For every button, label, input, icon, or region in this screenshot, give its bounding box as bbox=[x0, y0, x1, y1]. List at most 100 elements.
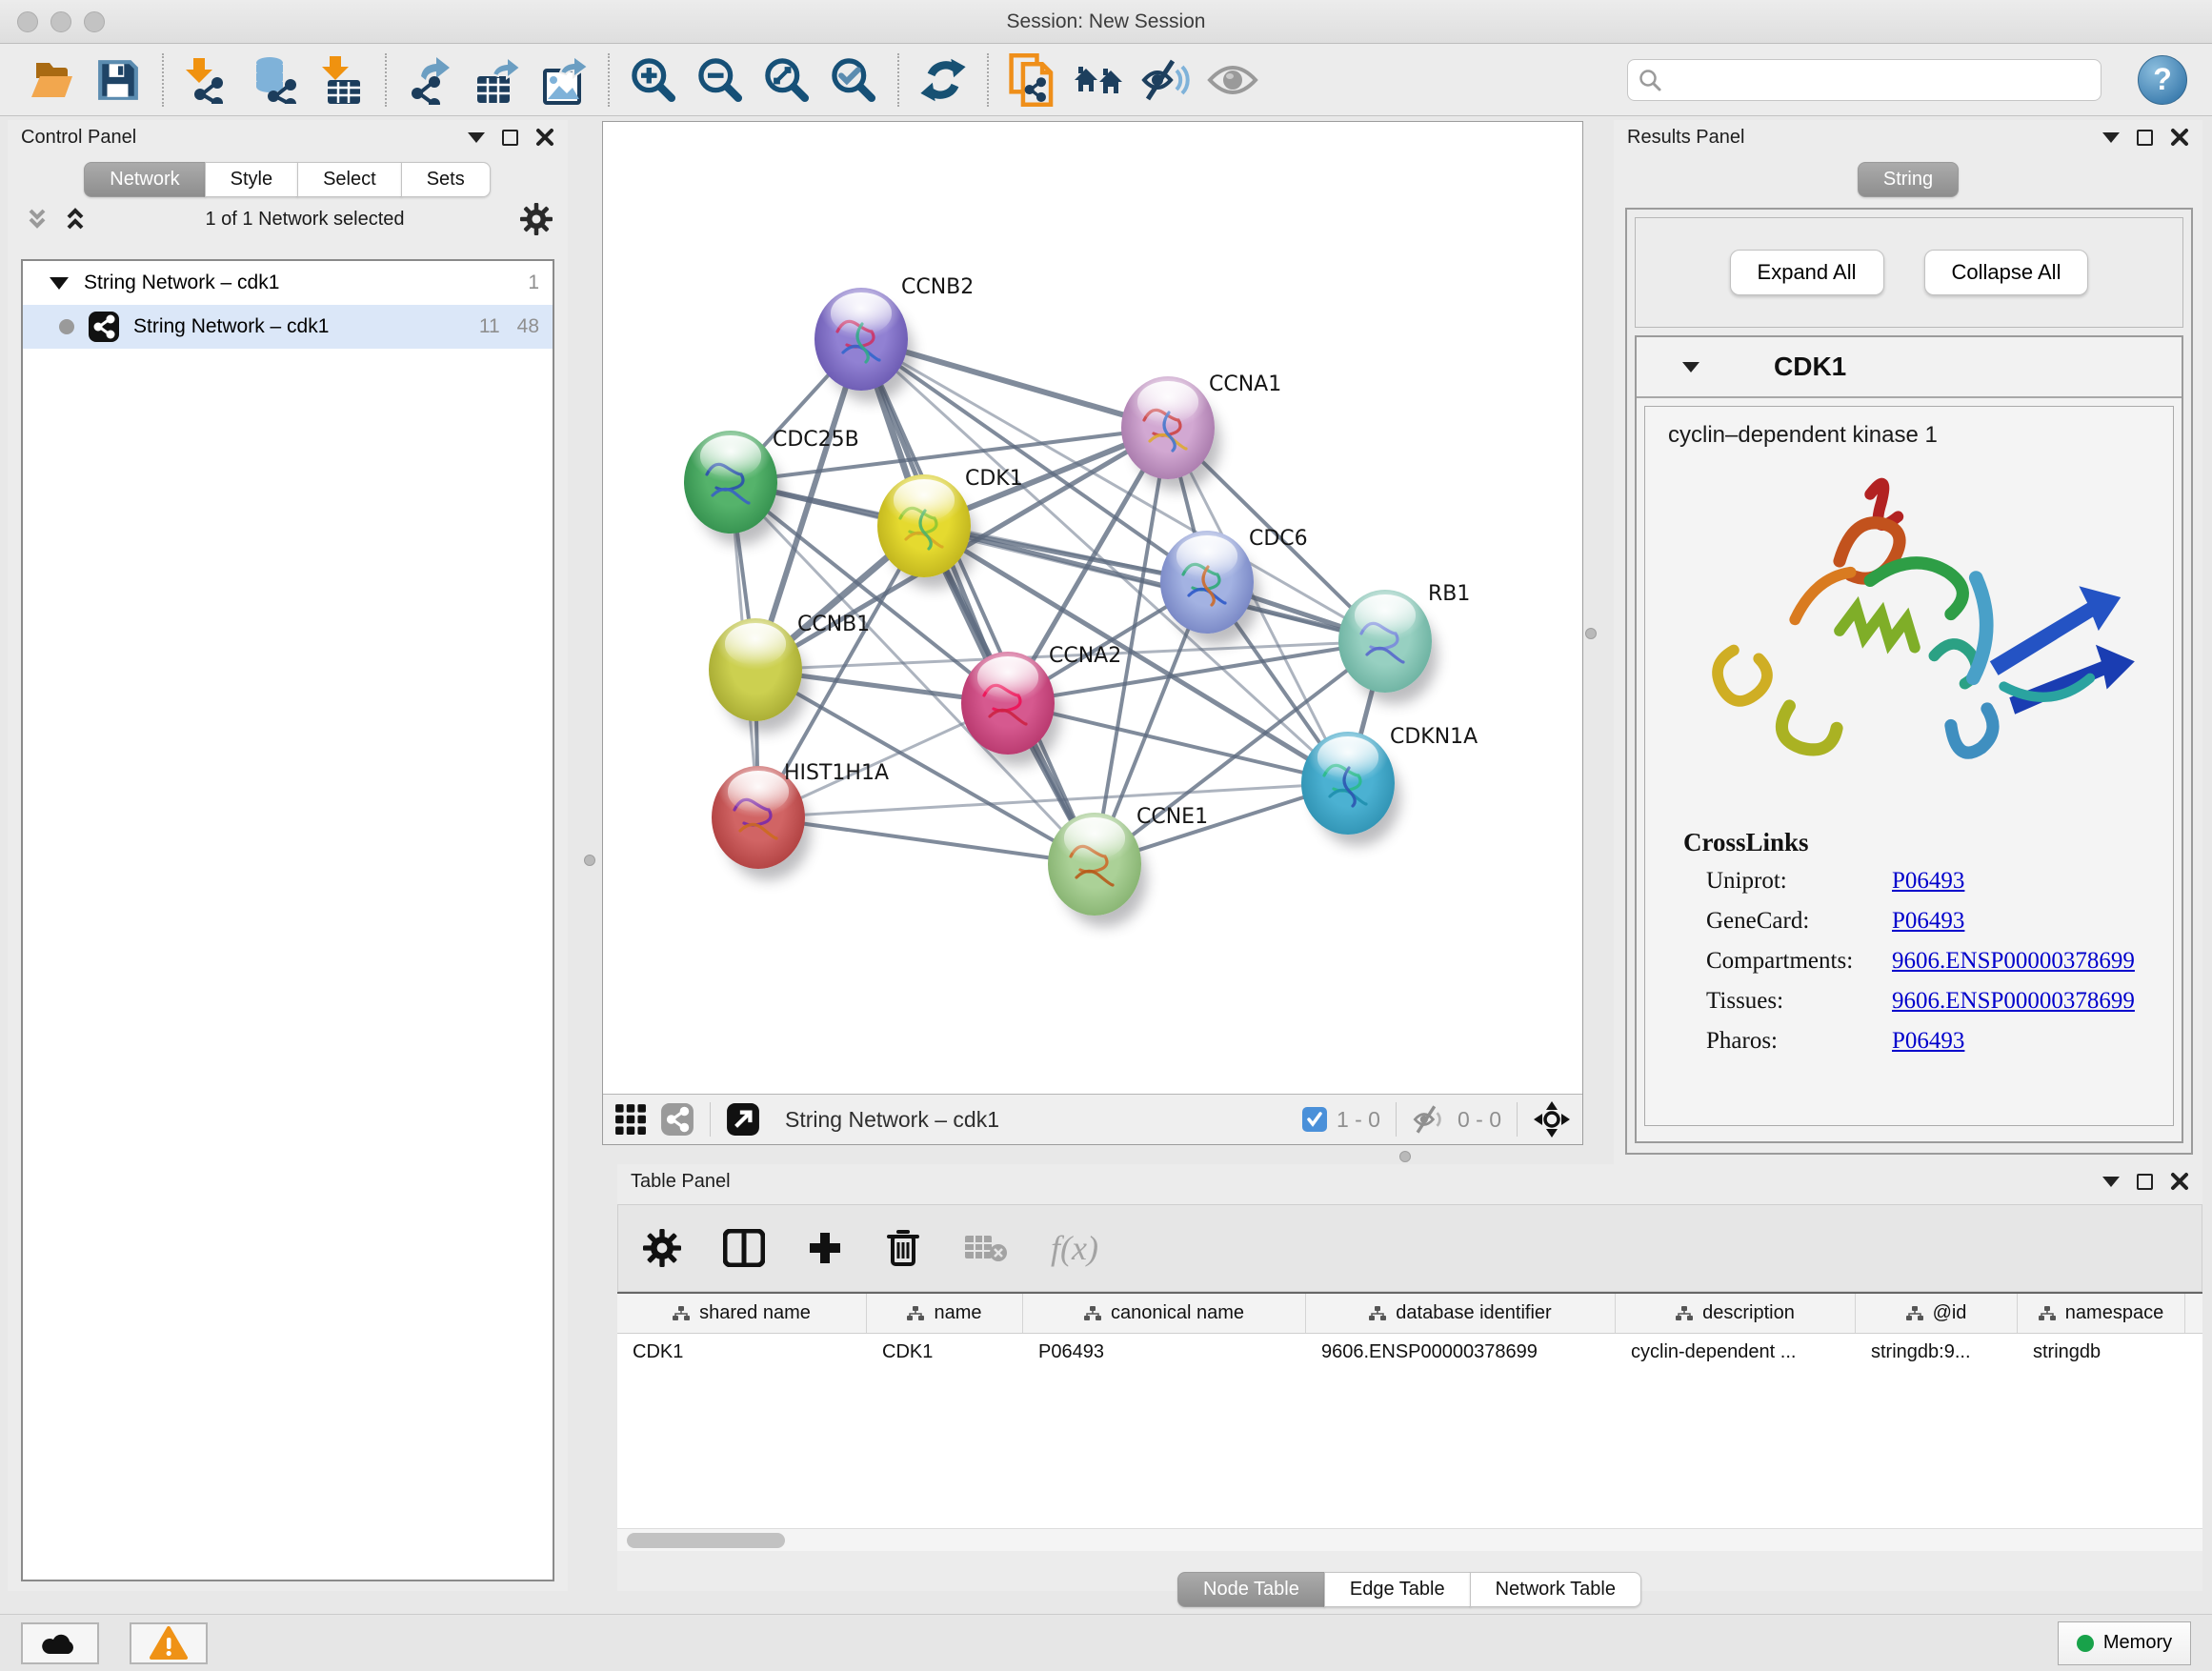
birdseye-toggle-button[interactable] bbox=[726, 1102, 760, 1137]
show-hide-graphics-button[interactable] bbox=[1139, 53, 1193, 107]
tab-select[interactable]: Select bbox=[297, 162, 402, 197]
selected-nodes-checkbox[interactable] bbox=[1302, 1107, 1327, 1132]
panel-menu-icon[interactable] bbox=[468, 132, 485, 143]
collapse-all-tree-icon[interactable] bbox=[61, 205, 90, 233]
hscroll-thumb[interactable] bbox=[627, 1533, 785, 1548]
zoom-out-icon bbox=[695, 55, 745, 105]
panel-menu-icon[interactable] bbox=[2102, 132, 2120, 143]
column-header-description[interactable]: description bbox=[1616, 1294, 1856, 1333]
node-CDC6[interactable] bbox=[1160, 531, 1254, 634]
node-CCNA2[interactable] bbox=[961, 652, 1055, 755]
column-header-shared-name[interactable]: shared name bbox=[617, 1294, 867, 1333]
expand-all-tree-icon[interactable] bbox=[23, 205, 51, 233]
import-network-file-button[interactable] bbox=[181, 53, 234, 107]
network-collection-row[interactable]: String Network – cdk1 1 bbox=[23, 261, 553, 305]
expand-all-button[interactable]: Expand All bbox=[1730, 250, 1884, 295]
crosslink-link[interactable]: 9606.ENSP00000378699 bbox=[1892, 948, 2135, 974]
crosslink-label: Compartments: bbox=[1706, 948, 1892, 975]
zoom-selected-button[interactable] bbox=[827, 53, 880, 107]
tree-expand-icon[interactable] bbox=[50, 277, 69, 290]
panel-close-icon[interactable] bbox=[535, 128, 554, 147]
crosslink-link[interactable]: 9606.ENSP00000378699 bbox=[1892, 988, 2135, 1014]
show-columns-button[interactable] bbox=[723, 1229, 765, 1267]
panel-menu-icon[interactable] bbox=[2102, 1177, 2120, 1187]
import-network-database-button[interactable] bbox=[248, 53, 301, 107]
import-table-button[interactable] bbox=[314, 53, 368, 107]
table-cell: stringdb bbox=[2018, 1334, 2185, 1374]
panel-float-icon[interactable] bbox=[2137, 130, 2153, 146]
table-settings-button[interactable] bbox=[643, 1229, 681, 1267]
clone-network-button[interactable] bbox=[1006, 53, 1059, 107]
help-button[interactable]: ? bbox=[2138, 55, 2187, 105]
memory-button[interactable]: Memory bbox=[2058, 1621, 2191, 1665]
collapse-section-icon[interactable] bbox=[1682, 362, 1699, 372]
export-network-button[interactable] bbox=[404, 53, 457, 107]
column-type-icon bbox=[673, 1306, 690, 1321]
gear-icon[interactable] bbox=[520, 203, 553, 235]
zoom-in-button[interactable] bbox=[627, 53, 680, 107]
edge-CCNA2-CDKN1A[interactable] bbox=[1008, 703, 1348, 783]
birdseye-icon bbox=[726, 1102, 760, 1137]
panel-float-icon[interactable] bbox=[2137, 1174, 2153, 1190]
edge-HIST1H1A-CCNE1[interactable] bbox=[758, 817, 1095, 864]
tab-node-table[interactable]: Node Table bbox=[1177, 1572, 1325, 1607]
home-button[interactable] bbox=[1073, 53, 1126, 107]
search-input[interactable] bbox=[1662, 69, 2091, 91]
save-session-button[interactable] bbox=[91, 53, 145, 107]
zoom-fit-button[interactable] bbox=[760, 53, 814, 107]
network-canvas[interactable]: CCNB2CCNA1CDC25BCDK1CDC6RB1CCNB1CCNA2CDK… bbox=[603, 122, 1582, 1094]
left-divider-handle[interactable] bbox=[584, 855, 595, 866]
zoom-out-button[interactable] bbox=[694, 53, 747, 107]
column-header--id[interactable]: @id bbox=[1856, 1294, 2018, 1333]
node-RB1[interactable] bbox=[1338, 590, 1432, 693]
tab-style[interactable]: Style bbox=[205, 162, 298, 197]
hidden-count-label: 0 - 0 bbox=[1458, 1107, 1501, 1133]
crosslink-link[interactable]: P06493 bbox=[1892, 908, 1964, 934]
refresh-button[interactable] bbox=[916, 53, 970, 107]
string-view-button[interactable] bbox=[660, 1102, 694, 1137]
protein-section-header[interactable]: CDK1 bbox=[1637, 337, 2182, 398]
table-row[interactable]: CDK1CDK1P064939606.ENSP00000378699cyclin… bbox=[617, 1334, 2202, 1374]
node-CCNA1[interactable] bbox=[1121, 376, 1215, 479]
node-CDKN1A[interactable] bbox=[1301, 732, 1395, 835]
export-table-button[interactable] bbox=[471, 53, 524, 107]
export-image-button[interactable] bbox=[537, 53, 591, 107]
crosslinks-title: CrossLinks bbox=[1645, 815, 2173, 861]
main-toolbar: ? bbox=[0, 44, 2212, 116]
table-hscrollbar bbox=[617, 1528, 2202, 1551]
tab-sets[interactable]: Sets bbox=[401, 162, 491, 197]
tab-string[interactable]: String bbox=[1858, 162, 1959, 197]
tab-network[interactable]: Network bbox=[84, 162, 205, 197]
node-gloss bbox=[1317, 736, 1379, 777]
edge-CCNB2-CCNE1[interactable] bbox=[861, 339, 1095, 864]
panel-close-icon[interactable] bbox=[2170, 1172, 2189, 1191]
crosslink-link[interactable]: P06493 bbox=[1892, 868, 1964, 894]
node-CCNE1[interactable] bbox=[1048, 813, 1141, 916]
column-header-namespace[interactable]: namespace bbox=[2018, 1294, 2185, 1333]
node-CCNB1[interactable] bbox=[709, 618, 802, 721]
add-column-button[interactable] bbox=[807, 1230, 843, 1266]
panel-close-icon[interactable] bbox=[2170, 128, 2189, 147]
tab-network-table[interactable]: Network Table bbox=[1470, 1572, 1641, 1607]
node-CDK1[interactable] bbox=[877, 474, 971, 577]
crosslink-link[interactable]: P06493 bbox=[1892, 1028, 1964, 1054]
cloud-status-button[interactable] bbox=[21, 1622, 99, 1664]
delete-column-button[interactable] bbox=[885, 1228, 921, 1268]
crosslink-value: P06493 bbox=[1892, 908, 1964, 935]
horizontal-divider-handle[interactable] bbox=[1399, 1151, 1411, 1162]
column-header-database-identifier[interactable]: database identifier bbox=[1306, 1294, 1616, 1333]
warning-status-button[interactable] bbox=[130, 1622, 208, 1664]
column-header-name[interactable]: name bbox=[867, 1294, 1023, 1333]
navigator-button[interactable] bbox=[1533, 1100, 1571, 1138]
tab-edge-table[interactable]: Edge Table bbox=[1324, 1572, 1471, 1607]
node-CDC25B[interactable] bbox=[684, 431, 777, 534]
network-row[interactable]: String Network – cdk1 11 48 bbox=[23, 305, 553, 349]
open-session-button[interactable] bbox=[25, 53, 78, 107]
node-CCNB2[interactable] bbox=[814, 288, 908, 391]
eye-button[interactable] bbox=[1206, 53, 1259, 107]
panel-float-icon[interactable] bbox=[502, 130, 518, 146]
right-divider-handle[interactable] bbox=[1585, 628, 1597, 639]
column-header-canonical-name[interactable]: canonical name bbox=[1023, 1294, 1306, 1333]
collapse-all-button[interactable]: Collapse All bbox=[1924, 250, 2089, 295]
grid-view-button[interactable] bbox=[614, 1103, 647, 1136]
